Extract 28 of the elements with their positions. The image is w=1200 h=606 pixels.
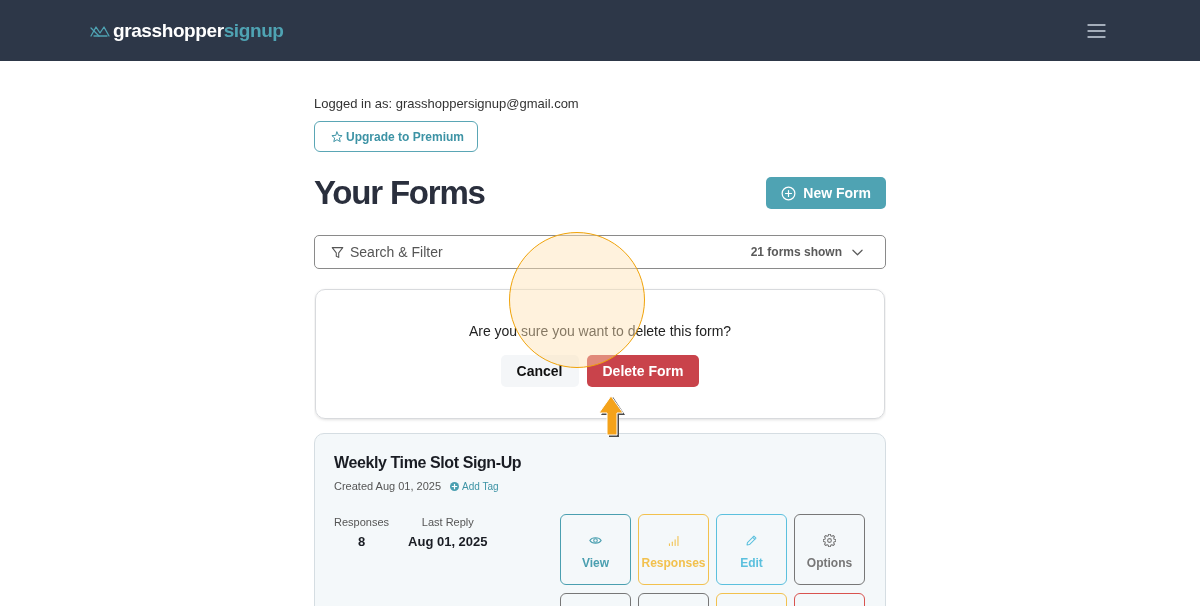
upgrade-button[interactable]: Upgrade to Premium — [314, 121, 479, 152]
new-form-button[interactable]: New Form — [766, 177, 886, 209]
action-button[interactable]: View — [560, 514, 631, 585]
form-title: Weekly Time Slot Sign-Up — [334, 453, 523, 473]
stat-value: Aug 01, 2025 — [408, 534, 488, 549]
gear-icon — [823, 533, 836, 547]
stat-label: Responses — [334, 516, 390, 528]
forms-count-text: 21 forms shown — [750, 245, 842, 259]
plus-circle-icon — [450, 481, 460, 491]
logged-in-text: Logged in as: grasshoppersignup@gmail.com — [314, 96, 580, 112]
bar-chart-icon — [667, 533, 680, 547]
cancel-button[interactable]: Cancel — [500, 355, 579, 387]
filter-icon — [331, 245, 344, 259]
page-title: Your Forms — [314, 174, 485, 212]
logo-text[interactable]: grasshoppersignup — [113, 19, 284, 42]
stat-value: 8 — [357, 534, 366, 549]
action-button[interactable]: Options — [794, 514, 865, 585]
menu-button[interactable] — [1087, 23, 1106, 38]
menu-icon — [1087, 23, 1106, 38]
created-date-text: Created Aug 01, 2025 — [334, 480, 442, 492]
pencil-icon — [745, 533, 758, 547]
search-filter-button[interactable]: Search & Filter — [331, 244, 443, 260]
search-filter-bar[interactable]: Search & Filter 21 forms shown — [314, 235, 886, 269]
plus-circle-icon — [781, 185, 797, 201]
stat-label: Last Reply — [421, 516, 474, 528]
star-icon — [331, 130, 343, 143]
add-tag-link[interactable]: Add Tag — [450, 480, 499, 492]
delete-form-button[interactable]: Delete Form — [586, 355, 700, 387]
